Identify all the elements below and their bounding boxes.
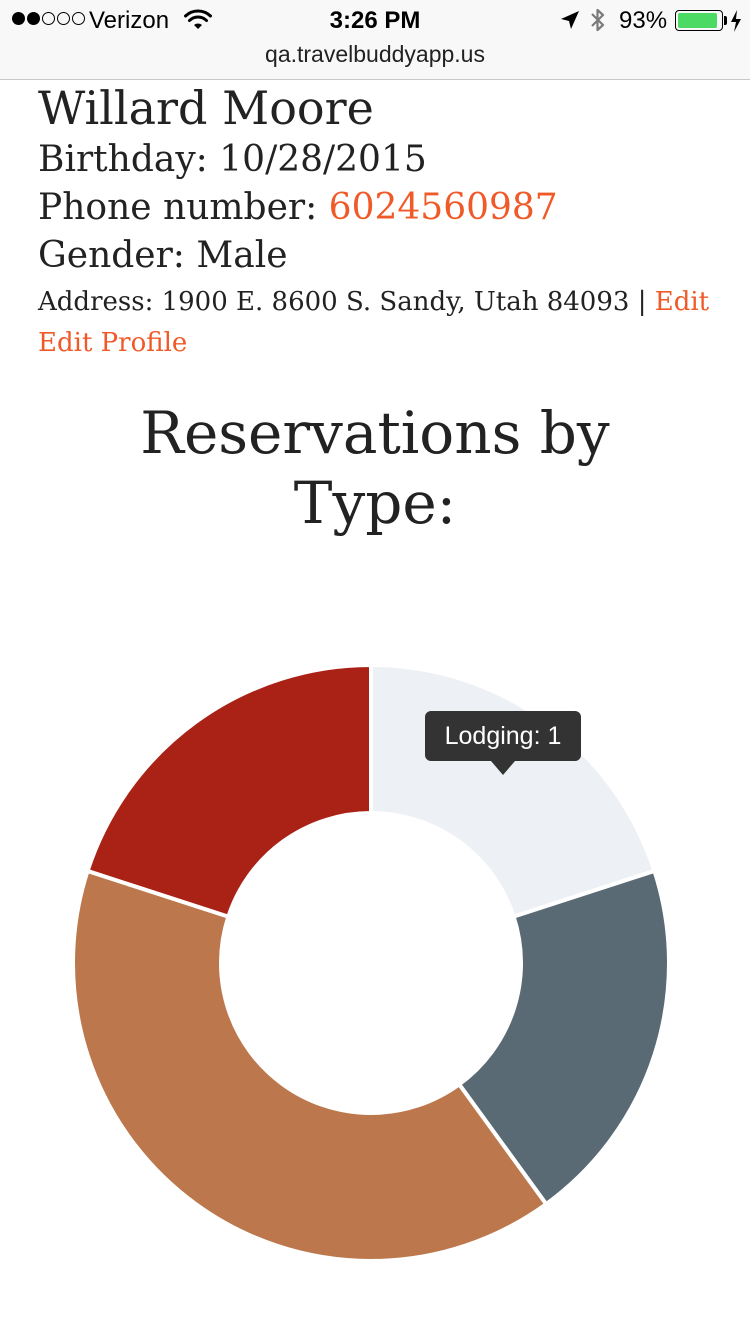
chart-tooltip: Lodging: 1	[425, 711, 581, 775]
tooltip-caret	[491, 761, 515, 775]
chart-slice-4[interactable]	[85, 662, 373, 920]
reservations-donut-chart	[71, 662, 671, 1263]
chart-slice-3[interactable]	[71, 868, 549, 1263]
tooltip-text: Lodging: 1	[444, 722, 562, 750]
chart-slice-lodging[interactable]	[369, 662, 657, 920]
